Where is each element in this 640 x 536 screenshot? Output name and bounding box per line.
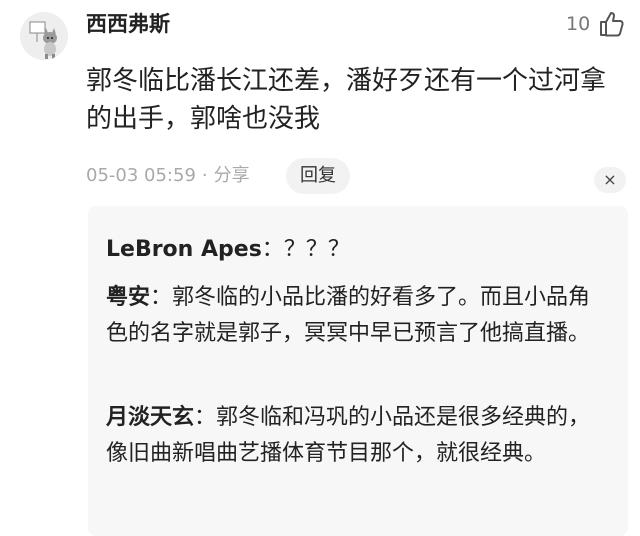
comment-card: 西西弗斯 10 郭冬临比潘长江还差，潘好歹还有一个过河拿的出手，郭啥也没我 05… — [0, 0, 640, 536]
reply-button[interactable]: 回复 — [286, 158, 350, 194]
reply-text: 郭冬临的小品比潘的好看多了。而且小品角色的名字就是郭子，冥冥中早已预言了他搞直播… — [106, 285, 591, 346]
reply-item[interactable]: 粤安：郭冬临的小品比潘的好看多了。而且小品角色的名字就是郭子，冥冥中早已预言了他… — [106, 280, 596, 352]
user-avatar[interactable] — [20, 12, 68, 60]
reply-author[interactable]: 月淡天玄 — [106, 405, 194, 430]
comment-username[interactable]: 西西弗斯 — [86, 12, 170, 36]
comment-timestamp: 05-03 05:59 — [86, 165, 196, 186]
meta-separator: · — [201, 165, 208, 186]
reply-text: ？？？ — [283, 237, 350, 262]
close-icon[interactable]: × — [594, 167, 626, 193]
cat-avatar-icon — [20, 12, 68, 60]
comment-text: 郭冬临比潘长江还差，潘好歹还有一个过河拿的出手，郭啥也没我 — [86, 66, 607, 134]
reply-colon: ： — [261, 237, 284, 262]
comment-meta: 05-03 05:59 · 分享 — [86, 164, 250, 188]
replies-panel: LeBron Apes：？？？ 粤安：郭冬临的小品比潘的好看多了。而且小品角色的… — [88, 206, 628, 536]
like-count: 10 — [566, 13, 591, 35]
thumbs-up-icon[interactable] — [597, 9, 627, 39]
share-link[interactable]: 分享 — [214, 165, 250, 186]
reply-colon: ： — [150, 285, 173, 310]
reply-item[interactable]: 月淡天玄：郭冬临和冯巩的小品还是很多经典的，像旧曲新唱曲艺播体育节目那个，就很经… — [106, 400, 596, 472]
reply-colon: ： — [194, 405, 217, 430]
reply-author[interactable]: LeBron Apes — [106, 237, 262, 262]
reply-author[interactable]: 粤安 — [106, 285, 150, 310]
reply-item[interactable]: LeBron Apes：？？？ — [106, 232, 596, 268]
